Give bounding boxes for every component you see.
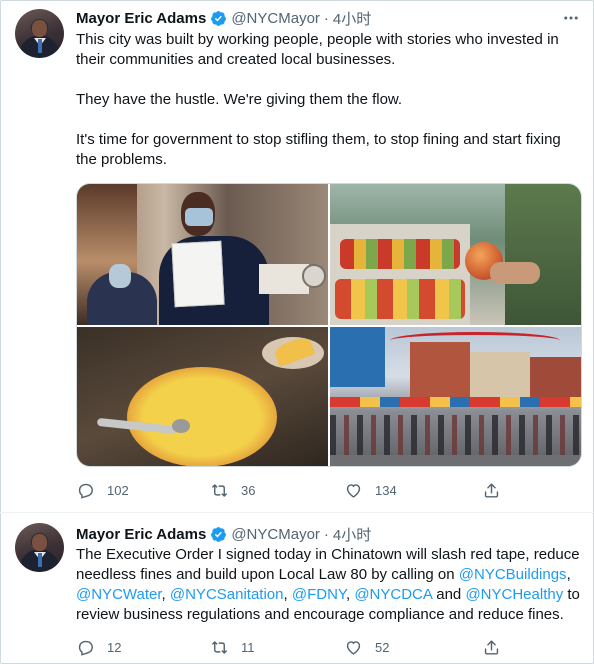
verified-badge-icon: [211, 10, 227, 26]
retweet-button[interactable]: 11: [210, 638, 255, 657]
like-icon: [346, 484, 361, 498]
photo-signing[interactable]: [77, 184, 328, 325]
like-icon: [346, 641, 361, 655]
tweet-paragraph: This city was built by working people, p…: [76, 31, 559, 68]
tweet[interactable]: Mayor Eric Adams @NYCMayor · 4小时 The Exe…: [0, 513, 594, 664]
tweet-header: Mayor Eric Adams @NYCMayor · 4小时: [76, 8, 371, 28]
like-button[interactable]: 134: [344, 481, 397, 500]
media-grid: [76, 183, 582, 467]
author-handle[interactable]: @NYCMayor: [231, 526, 320, 543]
reply-icon: [78, 483, 93, 499]
tweet-text-segment: ,: [161, 586, 170, 603]
mention-link[interactable]: @NYCHealthy: [465, 586, 563, 603]
retweet-icon: [211, 641, 228, 654]
tweet-text-segment: and: [432, 586, 466, 603]
avatar[interactable]: [15, 523, 64, 572]
mention-link[interactable]: @NYCSanitation: [170, 586, 284, 603]
mention-link[interactable]: @FDNY: [292, 586, 346, 603]
mention-link[interactable]: @NYCWater: [76, 586, 162, 603]
tweet-paragraph: They have the hustle. We're giving them …: [76, 91, 403, 108]
author-name[interactable]: Mayor Eric Adams: [76, 526, 206, 543]
tweet-paragraph: It's time for government to stop stiflin…: [76, 131, 561, 168]
more-icon[interactable]: [562, 9, 580, 27]
reply-button[interactable]: 12: [76, 638, 121, 657]
tweet-actions: 102 36 134: [76, 481, 582, 501]
reply-count: 12: [107, 640, 122, 655]
retweet-count: 36: [241, 483, 256, 498]
like-count: 134: [375, 483, 397, 498]
photo-pizza[interactable]: [77, 327, 328, 466]
share-icon: [484, 483, 499, 498]
photo-produce[interactable]: [330, 184, 581, 325]
retweet-button[interactable]: 36: [210, 481, 255, 500]
tweet-text: The Executive Order I signed today in Ch…: [76, 545, 581, 625]
separator-dot: ·: [323, 9, 329, 27]
reply-count: 102: [107, 483, 129, 498]
like-button[interactable]: 52: [344, 638, 389, 657]
tweet-text-segment: ,: [283, 586, 292, 603]
share-button[interactable]: [482, 481, 501, 500]
reply-button[interactable]: 102: [76, 481, 129, 500]
tweet-text: This city was built by working people, p…: [76, 30, 581, 170]
share-icon: [484, 640, 499, 655]
author-handle[interactable]: @NYCMayor: [231, 10, 320, 27]
retweet-count: 11: [241, 640, 255, 655]
separator-dot: ·: [323, 525, 329, 543]
timestamp[interactable]: 4小时: [333, 524, 371, 545]
verified-badge-icon: [211, 526, 227, 542]
tweet-header: Mayor Eric Adams @NYCMayor · 4小时: [76, 524, 371, 544]
share-button[interactable]: [482, 638, 501, 657]
like-count: 52: [375, 640, 390, 655]
tweet-actions: 12 11 52: [76, 638, 582, 658]
tweet-text-segment: ,: [566, 566, 571, 583]
timestamp[interactable]: 4小时: [333, 8, 371, 29]
mention-link[interactable]: @NYCDCA: [354, 586, 432, 603]
mention-link[interactable]: @NYCBuildings: [459, 566, 567, 583]
author-name[interactable]: Mayor Eric Adams: [76, 10, 206, 27]
reply-icon: [78, 640, 93, 656]
tweet[interactable]: Mayor Eric Adams @NYCMayor · 4小时 This ci…: [0, 0, 594, 512]
avatar[interactable]: [15, 9, 64, 58]
photo-street[interactable]: [330, 327, 581, 466]
retweet-icon: [211, 484, 228, 497]
